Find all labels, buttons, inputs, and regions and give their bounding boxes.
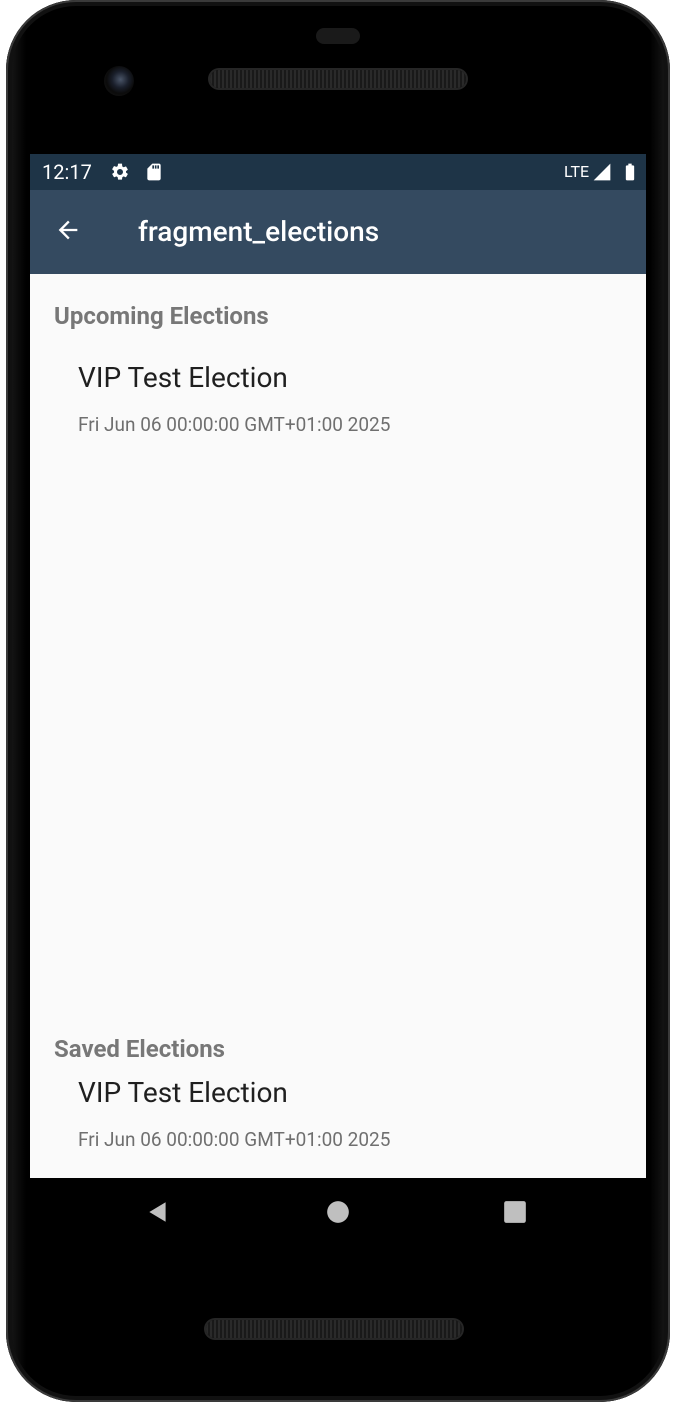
election-name: VIP Test Election [78,1076,288,1109]
front-camera [104,66,134,96]
arrow-back-icon [54,216,82,248]
nav-recents-button[interactable] [495,1194,535,1234]
phone-frame: 12:17 LTE fragment_elections Upcoming El… [0,0,676,1404]
nav-back-button[interactable] [138,1194,178,1234]
back-triangle-icon [145,1199,171,1229]
upcoming-elections-header: Upcoming Elections [54,302,269,330]
earpiece [316,28,360,44]
app-screen: 12:17 LTE fragment_elections Upcoming El… [30,154,646,1178]
election-name: VIP Test Election [78,361,288,394]
settings-icon [110,162,130,182]
status-bar: 12:17 LTE [30,154,646,190]
bottom-speaker-grille [206,1320,462,1338]
status-time: 12:17 [42,160,92,184]
signal-icon [592,162,612,182]
battery-icon [620,162,640,182]
back-button[interactable] [44,208,92,256]
top-speaker-grille [210,70,466,88]
toolbar-title: fragment_elections [138,215,380,248]
sd-card-icon [144,162,164,182]
network-type-label: LTE [564,162,590,181]
system-nav-bar [30,1178,646,1250]
nav-home-button[interactable] [318,1194,358,1234]
home-circle-icon [325,1199,351,1229]
election-date: Fri Jun 06 00:00:00 GMT+01:00 2025 [78,413,391,436]
saved-elections-header: Saved Elections [54,1035,225,1063]
app-toolbar: fragment_elections [30,190,646,274]
election-date: Fri Jun 06 00:00:00 GMT+01:00 2025 [78,1128,391,1151]
recents-square-icon [502,1199,528,1229]
